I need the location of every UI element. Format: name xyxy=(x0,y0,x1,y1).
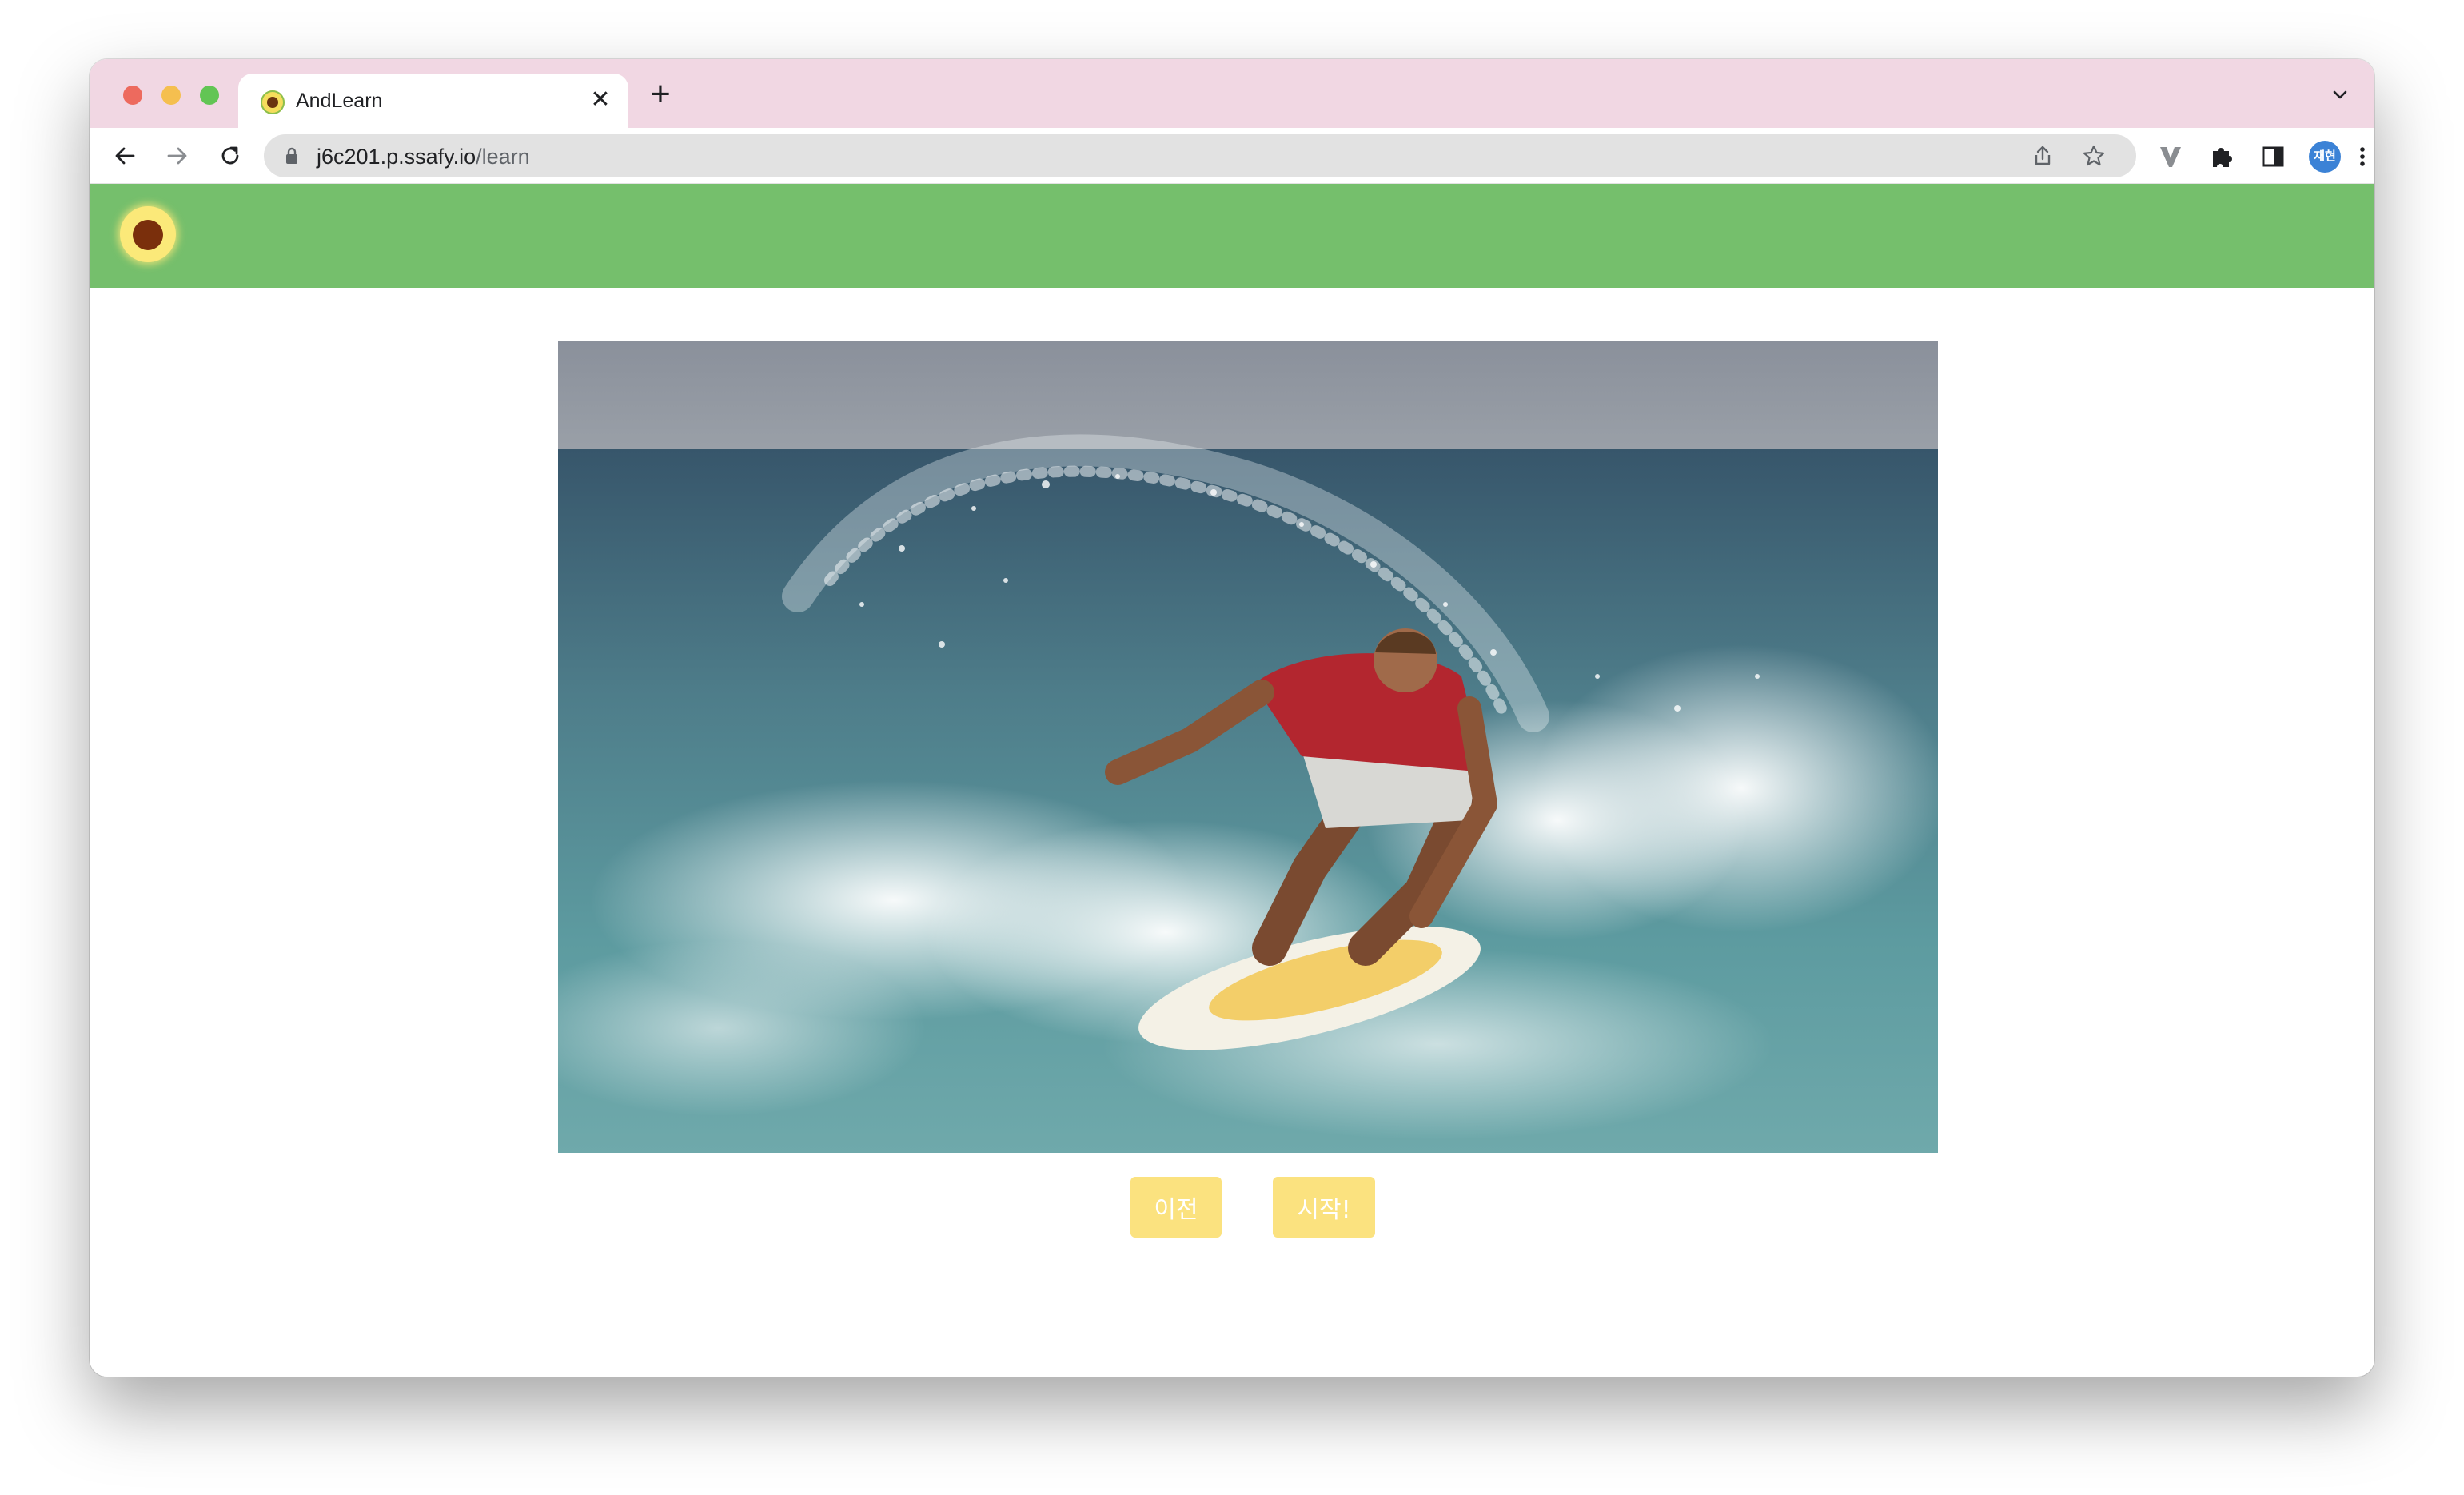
back-button[interactable] xyxy=(106,137,144,175)
tab-andlearn[interactable]: AndLearn ✕ xyxy=(238,74,628,128)
lock-icon xyxy=(286,147,297,164)
window-minimize-button[interactable] xyxy=(161,86,181,105)
learning-photo xyxy=(558,341,1938,1153)
tab-title: AndLearn xyxy=(296,90,383,112)
browser-window: AndLearn ✕ + j6c201.p.ssafy.io/learn 재현 … xyxy=(90,59,2374,1377)
star-icon[interactable] xyxy=(2082,144,2106,168)
url-path: /learn xyxy=(476,145,530,169)
start-button[interactable]: 시작! xyxy=(1273,1177,1375,1238)
address-bar[interactable]: j6c201.p.ssafy.io/learn xyxy=(264,134,2136,177)
url-host: j6c201.p.ssafy.io xyxy=(317,145,476,169)
surfer-photo xyxy=(558,341,1938,1153)
v-extension-icon[interactable] xyxy=(2157,143,2184,170)
window-close-button[interactable] xyxy=(123,86,142,105)
site-header xyxy=(90,184,2374,288)
new-tab-button[interactable]: + xyxy=(643,77,678,112)
kebab-menu-icon[interactable] xyxy=(2349,143,2374,170)
tab-strip: AndLearn ✕ + xyxy=(90,59,2374,128)
url-text: j6c201.p.ssafy.io/learn xyxy=(317,145,530,169)
andlearn-favicon-icon xyxy=(261,90,285,114)
arrow-right-icon xyxy=(167,147,187,165)
tab-close-button[interactable]: ✕ xyxy=(587,86,614,114)
reload-button[interactable] xyxy=(211,137,249,175)
andlearn-logo[interactable] xyxy=(120,206,176,262)
reload-icon xyxy=(221,146,239,165)
page-content: 이전 시작! xyxy=(90,184,2374,1377)
puzzle-icon[interactable] xyxy=(2208,143,2235,170)
window-maximize-button[interactable] xyxy=(200,86,219,105)
browser-toolbar: j6c201.p.ssafy.io/learn 재현 xyxy=(90,128,2374,184)
chevron-down-icon[interactable] xyxy=(2328,83,2352,107)
profile-avatar[interactable]: 재현 xyxy=(2309,141,2341,173)
forward-button[interactable] xyxy=(158,137,197,175)
side-panel-icon[interactable] xyxy=(2259,143,2287,170)
arrow-left-icon xyxy=(115,147,135,165)
prev-button[interactable]: 이전 xyxy=(1130,1177,1222,1238)
share-icon[interactable] xyxy=(2031,144,2055,168)
